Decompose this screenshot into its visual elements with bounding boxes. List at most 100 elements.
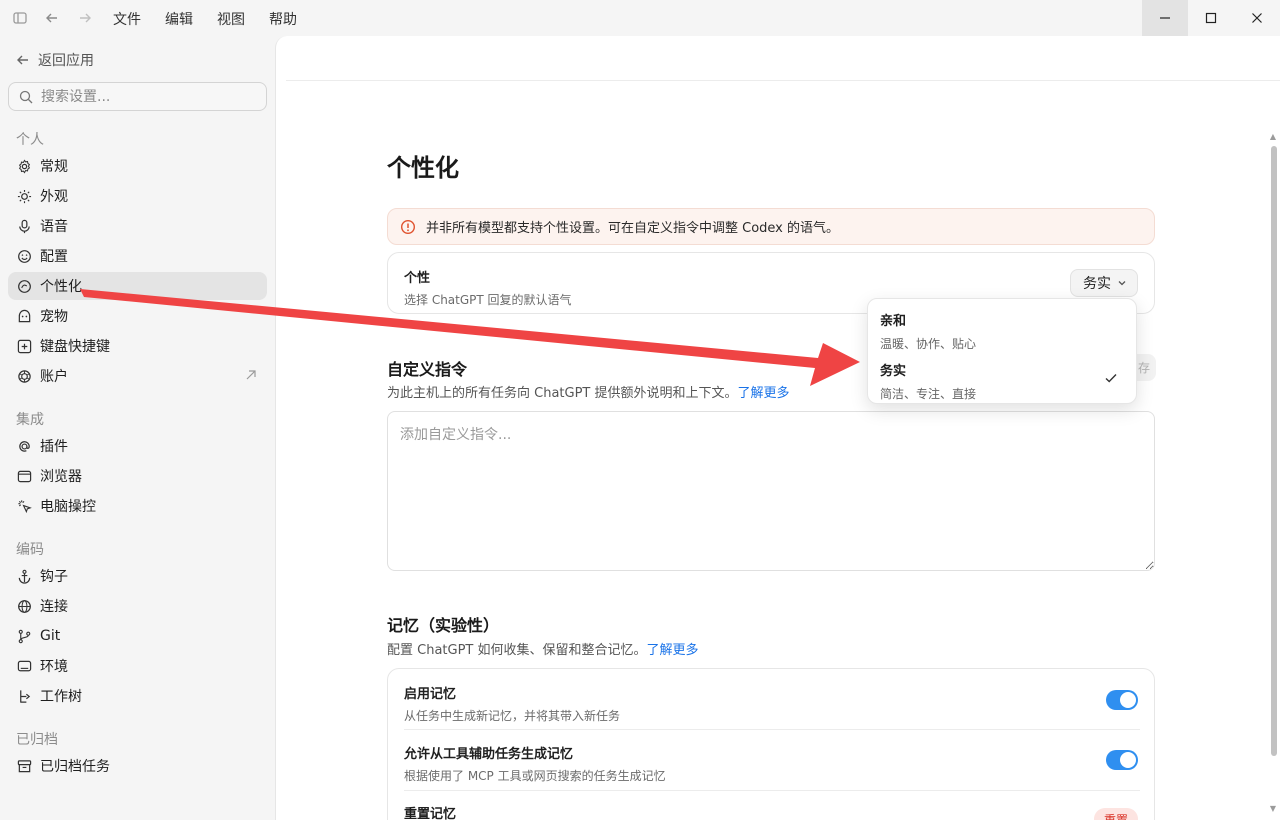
sidebar-item-label: 钩子 <box>40 569 68 585</box>
header-divider <box>286 80 1280 81</box>
banner-text: 并非所有模型都支持个性设置。可在自定义指令中调整 Codex 的语气。 <box>426 221 840 236</box>
sidebar-item-voice[interactable]: 语音 <box>8 212 267 240</box>
search-icon <box>19 90 33 103</box>
settings-search[interactable] <box>8 82 267 111</box>
sidebar-item-account[interactable]: 账户 <box>8 362 267 390</box>
sidebar-item-hooks[interactable]: 钩子 <box>8 562 267 590</box>
mic-icon <box>19 219 30 233</box>
monitor-icon <box>17 660 32 671</box>
row-divider <box>404 790 1140 791</box>
sidebar-item-shortcuts[interactable]: 键盘快捷键 <box>8 332 267 360</box>
row-divider <box>404 729 1140 730</box>
at-icon <box>19 440 30 452</box>
option-subtitle: 温暖、协作、贴心 <box>880 337 977 351</box>
warning-icon <box>400 219 416 234</box>
maximize-button[interactable] <box>1188 0 1234 36</box>
sidebar-item-environments[interactable]: 环境 <box>8 652 267 680</box>
custom-instructions-input[interactable] <box>387 411 1155 571</box>
sidebar-item-computer-use[interactable]: 电脑操控 <box>8 492 267 520</box>
git-branch-icon <box>18 629 31 643</box>
openai-icon <box>18 369 31 383</box>
personality-title: 个性 <box>404 271 431 286</box>
search-input[interactable] <box>41 88 241 105</box>
sidebar-item-label: 常规 <box>40 159 68 175</box>
personality-dropdown-menu: 亲和 温暖、协作、贴心 务实 简洁、专注、直接 <box>867 298 1137 404</box>
sidebar-item-config[interactable]: 配置 <box>8 242 267 270</box>
pet-icon <box>18 309 31 322</box>
memory-card: 启用记忆 从任务中生成新记忆，并将其带入新任务 允许从工具辅助任务生成记忆 根据… <box>387 668 1155 820</box>
external-link-icon <box>245 369 257 385</box>
memory-row-reset: 重置记忆 <box>404 803 1140 820</box>
globe-icon <box>18 599 31 613</box>
back-icon <box>17 55 28 65</box>
archive-icon <box>17 759 32 772</box>
tree-icon <box>20 689 31 703</box>
settings-main-panel: ▲ ▼ 个性化 并非所有模型都支持个性设置。可在自定义指令中调整 Codex 的… <box>275 36 1280 820</box>
sidebar-item-label: 工作树 <box>40 689 82 705</box>
back-label: 返回应用 <box>38 53 94 69</box>
memory-row-subtitle: 从任务中生成新记忆，并将其带入新任务 <box>404 709 621 723</box>
sidebar-item-connections[interactable]: 连接 <box>8 592 267 620</box>
custom-instructions-desc: 为此主机上的所有任务向 ChatGPT 提供额外说明和上下文。了解更多 <box>387 382 790 401</box>
sidebar-item-label: 浏览器 <box>40 469 82 485</box>
sidebar-item-plugins[interactable]: 插件 <box>8 432 267 460</box>
menu-file[interactable]: 文件 <box>113 9 141 29</box>
option-title: 务实 <box>880 364 907 379</box>
option-friendly[interactable]: 亲和 温暖、协作、贴心 <box>880 310 1126 352</box>
chevron-down-icon <box>1118 281 1126 286</box>
sidebar-item-label: Git <box>40 628 61 644</box>
reset-memory-title: 重置记忆 <box>404 807 457 820</box>
personalize-icon <box>18 279 31 293</box>
scroll-up-arrow-icon[interactable]: ▲ <box>1269 132 1277 141</box>
section-archived: 已归档 <box>16 732 58 748</box>
scrollbar[interactable] <box>1271 146 1277 756</box>
cursor-icon <box>18 499 32 513</box>
sidebar-item-label: 语音 <box>40 219 68 235</box>
personality-selected-value: 务实 <box>1083 276 1111 292</box>
tool-memory-toggle[interactable] <box>1106 750 1138 770</box>
reset-memory-button[interactable]: 重置 <box>1094 808 1138 820</box>
keyboard-icon <box>17 339 32 353</box>
sidebar-item-browser[interactable]: 浏览器 <box>8 462 267 490</box>
sidebar-item-personalization[interactable]: 个性化 <box>8 272 267 300</box>
sidebar-item-archived-tasks[interactable]: 已归档任务 <box>8 752 267 780</box>
section-integrations: 集成 <box>16 412 44 428</box>
back-to-app-link[interactable]: 返回应用 <box>16 50 94 70</box>
sidebar-item-label: 环境 <box>40 659 68 675</box>
sidebar-item-label: 插件 <box>40 439 68 455</box>
sidebar-item-label: 个性化 <box>40 279 82 295</box>
menu-help[interactable]: 帮助 <box>269 9 297 29</box>
sidebar-item-git[interactable]: Git <box>8 622 267 650</box>
sidebar-item-label: 宠物 <box>40 309 68 325</box>
memory-row-title: 启用记忆 <box>404 687 457 702</box>
forward-arrow-icon[interactable] <box>75 8 95 28</box>
memory-row-enable: 启用记忆 从任务中生成新记忆，并将其带入新任务 <box>404 683 1140 724</box>
custom-learn-more-link[interactable]: 了解更多 <box>738 386 790 401</box>
sidebar-item-pet[interactable]: 宠物 <box>8 302 267 330</box>
menu-view[interactable]: 视图 <box>217 9 245 29</box>
checkmark-icon <box>1104 370 1118 389</box>
memory-desc: 配置 ChatGPT 如何收集、保留和整合记忆。了解更多 <box>387 639 699 658</box>
back-arrow-icon[interactable] <box>42 8 62 28</box>
page-title: 个性化 <box>387 154 459 182</box>
sidebar-item-appearance[interactable]: 外观 <box>8 182 267 210</box>
memory-row-tools: 允许从工具辅助任务生成记忆 根据使用了 MCP 工具或网页搜索的任务生成记忆 <box>404 743 1140 784</box>
menu-edit[interactable]: 编辑 <box>165 9 193 29</box>
sidebar-item-label: 账户 <box>40 369 68 385</box>
warning-banner: 并非所有模型都支持个性设置。可在自定义指令中调整 Codex 的语气。 <box>387 208 1155 245</box>
sidebar-toggle-icon[interactable] <box>10 8 30 28</box>
personality-dropdown[interactable]: 务实 <box>1070 269 1138 297</box>
sidebar-item-worktrees[interactable]: 工作树 <box>8 682 267 710</box>
option-pragmatic[interactable]: 务实 简洁、专注、直接 <box>880 360 1126 402</box>
memory-desc-text: 配置 ChatGPT 如何收集、保留和整合记忆。 <box>387 643 647 658</box>
sidebar-item-general[interactable]: 常规 <box>8 152 267 180</box>
minimize-button[interactable] <box>1142 0 1188 36</box>
memory-row-title: 允许从工具辅助任务生成记忆 <box>404 747 574 762</box>
smile-icon <box>18 249 31 263</box>
memory-row-subtitle: 根据使用了 MCP 工具或网页搜索的任务生成记忆 <box>404 769 666 783</box>
memory-learn-more-link[interactable]: 了解更多 <box>647 643 699 658</box>
option-title: 亲和 <box>880 314 907 329</box>
scroll-down-arrow-icon[interactable]: ▼ <box>1269 804 1277 813</box>
close-button[interactable] <box>1234 0 1280 36</box>
enable-memory-toggle[interactable] <box>1106 690 1138 710</box>
